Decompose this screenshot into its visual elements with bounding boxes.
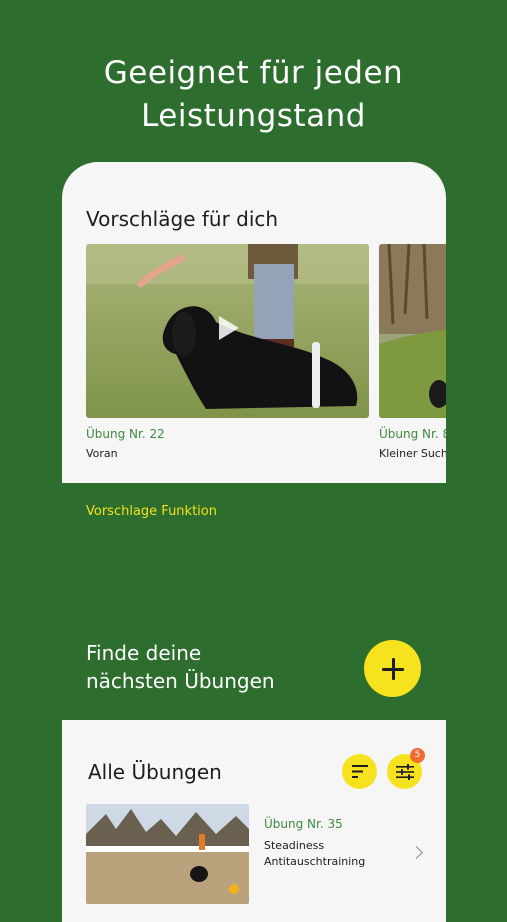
exercise-thumbnail bbox=[379, 244, 446, 418]
suggestions-carousel[interactable]: Übung Nr. 22 Voran Übung Nr. 8 Kleiner S… bbox=[86, 244, 446, 469]
sort-button[interactable] bbox=[342, 754, 377, 789]
headline-line-1: Geeignet für jeden bbox=[103, 55, 404, 91]
suggestion-card[interactable]: Übung Nr. 8 Kleiner Such bbox=[379, 244, 446, 460]
all-exercises-title: Alle Übungen bbox=[88, 760, 222, 784]
cta-line-2: nächsten Übungen bbox=[86, 669, 275, 693]
sort-icon bbox=[351, 765, 368, 778]
exercise-name: Kleiner Such bbox=[379, 447, 446, 460]
promo-headline: Geeignet für jeden Leistungstand bbox=[0, 52, 507, 138]
exercise-name: Voran bbox=[86, 447, 118, 460]
suggestions-title: Vorschläge für dich bbox=[86, 207, 279, 231]
exercise-list-item[interactable]: Übung Nr. 35 Steadiness Antitauschtraini… bbox=[86, 804, 426, 904]
suggestion-card[interactable]: Übung Nr. 22 Voran bbox=[86, 244, 369, 460]
find-exercises-text: Finde deine nächsten Übungen bbox=[86, 639, 275, 695]
exercise-name-line-1: Steadiness bbox=[264, 839, 325, 852]
app-screen: Vorschläge für dich Übung Nr. 22 Voran Ü… bbox=[62, 162, 446, 922]
add-button[interactable] bbox=[364, 640, 421, 697]
exercise-name-line-2: Antitauschtraining bbox=[264, 855, 366, 868]
suggestion-feature-panel: Vorschlage Funktion Finde deine nächsten… bbox=[62, 483, 446, 720]
plus-icon bbox=[381, 657, 404, 680]
exercise-number: Übung Nr. 22 bbox=[86, 427, 165, 441]
exercise-name: Steadiness Antitauschtraining bbox=[264, 838, 365, 870]
filter-button[interactable]: 5 bbox=[387, 748, 425, 789]
exercise-thumbnail bbox=[86, 244, 369, 418]
play-icon[interactable] bbox=[219, 316, 239, 340]
headline-line-2: Leistungstand bbox=[141, 98, 366, 134]
filter-count-badge: 5 bbox=[410, 748, 425, 763]
chevron-right-icon bbox=[410, 846, 423, 859]
exercise-thumbnail bbox=[86, 804, 249, 904]
filter-sliders-icon bbox=[395, 763, 414, 780]
exercise-number: Übung Nr. 8 bbox=[379, 427, 446, 441]
cta-line-1: Finde deine bbox=[86, 641, 202, 665]
feature-label: Vorschlage Funktion bbox=[86, 504, 217, 519]
exercise-number: Übung Nr. 35 bbox=[264, 817, 343, 831]
